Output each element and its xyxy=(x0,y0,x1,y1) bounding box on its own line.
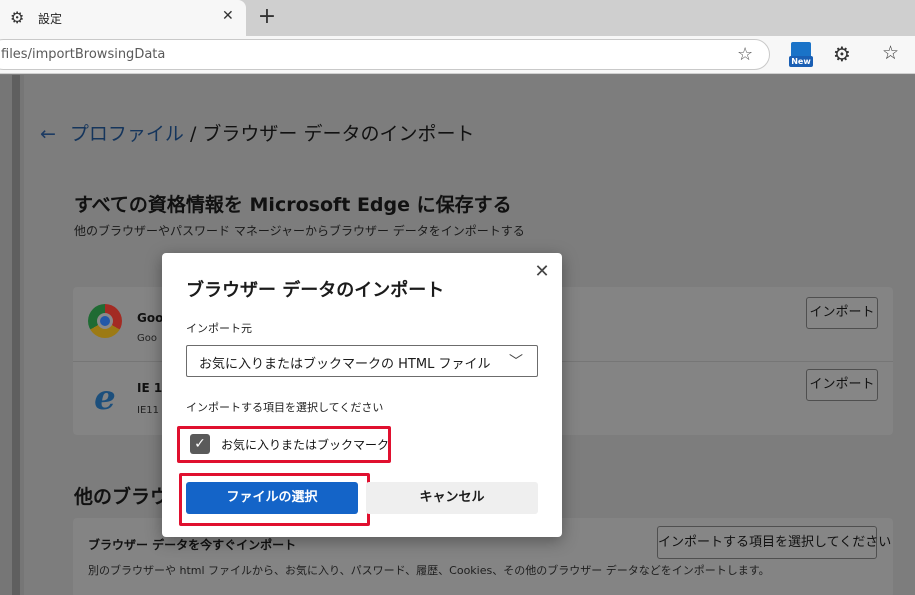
card-description: 別のブラウザーや html ファイルから、お気に入り、パスワード、履歴、Cook… xyxy=(88,564,770,577)
breadcrumb-link-profile[interactable]: プロファイル xyxy=(70,123,184,145)
back-arrow-icon[interactable]: ← xyxy=(40,123,56,145)
dialog-title: ブラウザー データのインポート xyxy=(186,280,445,301)
import-dialog: ブラウザー データのインポート ✕ インポート元 お気に入りまたはブックマークの… xyxy=(162,253,562,537)
source-sub: IE11 xyxy=(137,405,159,416)
close-icon[interactable]: ✕ xyxy=(532,262,552,282)
close-tab-icon[interactable]: ✕ xyxy=(222,8,234,24)
breadcrumb: ← プロファイル / ブラウザー データのインポート xyxy=(40,119,474,146)
source-name: Goo xyxy=(137,311,164,325)
card-title: ブラウザー データを今すぐインポート xyxy=(88,538,297,552)
highlight-box xyxy=(179,473,370,526)
source-sub: Goo xyxy=(137,333,157,344)
page-subheading: 他のブラウザーやパスワード マネージャーからブラウザー データをインポートする xyxy=(74,224,525,238)
new-feature-icon[interactable]: New xyxy=(789,42,813,68)
items-label: インポートする項目を選択してください xyxy=(186,401,384,414)
source-label: インポート元 xyxy=(186,322,252,335)
add-favorite-icon[interactable]: ☆ xyxy=(737,44,753,65)
page-heading: すべての資格情報を Microsoft Edge に保存する xyxy=(74,194,512,216)
toolbar: files/importBrowsingData ☆ New ⚙ ☆ xyxy=(0,36,915,74)
highlight-box xyxy=(177,426,391,463)
import-source-select[interactable]: お気に入りまたはブックマークの HTML ファイル ﹀ xyxy=(186,345,538,377)
ie-icon: e xyxy=(94,378,116,418)
address-bar[interactable]: files/importBrowsingData ☆ xyxy=(0,39,770,70)
import-chrome-button[interactable]: インポート xyxy=(806,297,878,329)
new-badge: New xyxy=(789,56,813,67)
select-value: お気に入りまたはブックマークの HTML ファイル xyxy=(199,357,491,372)
chrome-icon xyxy=(88,304,122,338)
breadcrumb-current: / ブラウザー データのインポート xyxy=(183,123,475,145)
choose-items-button[interactable]: インポートする項目を選択してください xyxy=(657,526,891,559)
extensions-icon[interactable]: ⚙ xyxy=(833,42,851,66)
tab-settings[interactable]: ⚙ 設定 ✕ xyxy=(0,0,246,36)
favorites-icon[interactable]: ☆ xyxy=(882,42,899,64)
new-tab-button[interactable]: + xyxy=(256,4,278,30)
chevron-down-icon: ﹀ xyxy=(509,354,523,370)
url-text: files/importBrowsingData xyxy=(1,47,166,62)
cancel-button[interactable]: キャンセル xyxy=(366,482,538,514)
tab-title: 設定 xyxy=(38,12,63,26)
left-rail xyxy=(0,75,24,595)
tab-bar: ⚙ 設定 ✕ + xyxy=(0,0,915,36)
gear-icon: ⚙ xyxy=(10,8,25,27)
import-ie-button[interactable]: インポート xyxy=(806,369,878,401)
